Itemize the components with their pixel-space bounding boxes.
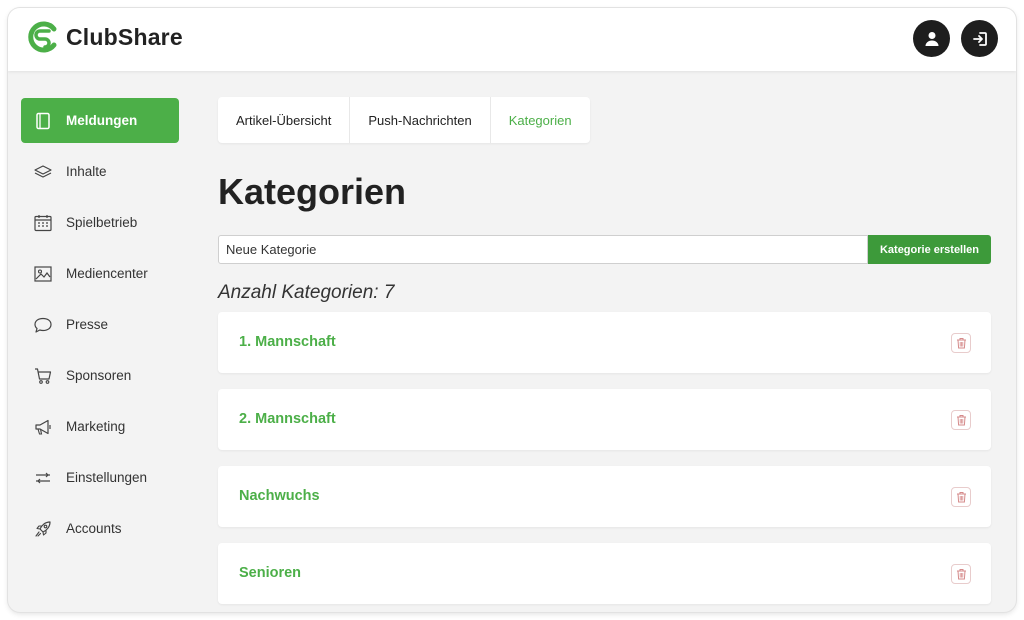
sidebar-item-einstellungen[interactable]: Einstellungen <box>21 455 179 500</box>
layers-icon <box>34 164 52 178</box>
sidebar-nav: Meldungen Inhalte Spielbetrieb Mediencen… <box>21 98 179 557</box>
logout-icon <box>972 31 987 46</box>
sidebar-item-label: Meldungen <box>66 113 138 128</box>
sidebar-item-label: Spielbetrieb <box>66 215 138 230</box>
calendar-icon <box>34 214 52 231</box>
trash-icon <box>956 569 966 580</box>
profile-button[interactable] <box>913 20 950 57</box>
sidebar-item-label: Einstellungen <box>66 470 148 485</box>
sidebar-item-marketing[interactable]: Marketing <box>21 404 179 449</box>
new-category-input[interactable] <box>218 235 868 264</box>
tab-artikel-uebersicht[interactable]: Artikel-Übersicht <box>218 97 351 143</box>
logout-button[interactable] <box>961 20 998 57</box>
clubshare-logo-icon <box>28 21 57 53</box>
sidebar-item-label: Marketing <box>66 419 126 434</box>
create-category-button[interactable]: Kategorie erstellen <box>868 235 991 264</box>
sidebar-item-label: Mediencenter <box>66 266 148 281</box>
sidebar-item-label: Inhalte <box>66 164 107 179</box>
tab-kategorien[interactable]: Kategorien <box>491 97 590 143</box>
sidebar-item-label: Sponsoren <box>66 368 132 383</box>
category-card: Nachwuchs <box>218 466 991 527</box>
trash-icon <box>956 492 966 503</box>
sliders-icon <box>36 472 50 483</box>
trash-icon <box>956 338 966 349</box>
cart-icon <box>35 367 52 384</box>
delete-category-button[interactable] <box>951 333 971 353</box>
category-list: 1. Mannschaft 2. Mannschaft Nachwuchs Se… <box>218 312 991 612</box>
sidebar-item-presse[interactable]: Presse <box>21 302 179 347</box>
sidebar-item-inhalte[interactable]: Inhalte <box>21 149 179 194</box>
category-name[interactable]: Senioren <box>239 565 301 581</box>
category-card: 1. Mannschaft <box>218 312 991 373</box>
category-name[interactable]: 1. Mannschaft <box>239 334 336 350</box>
image-icon <box>34 265 52 282</box>
megaphone-icon <box>35 419 51 435</box>
logo[interactable]: ClubShare <box>26 20 183 54</box>
category-name[interactable]: Nachwuchs <box>239 488 320 504</box>
sidebar-item-accounts[interactable]: Accounts <box>21 506 179 551</box>
chat-bubble-icon <box>34 317 52 333</box>
content-tabs: Artikel-Übersicht Push-Nachrichten Kateg… <box>218 97 590 143</box>
rocket-icon <box>35 520 51 537</box>
delete-category-button[interactable] <box>951 487 971 507</box>
page-title: Kategorien <box>218 171 407 212</box>
top-header: ClubShare <box>8 8 1016 71</box>
trash-icon <box>956 415 966 426</box>
app-window: ClubShare Meldungen Inhalte Spielbetrieb… <box>8 8 1016 612</box>
category-card: Senioren <box>218 543 991 604</box>
tab-push-nachrichten[interactable]: Push-Nachrichten <box>350 97 491 143</box>
user-icon <box>925 31 938 46</box>
delete-category-button[interactable] <box>951 564 971 584</box>
category-card: 2. Mannschaft <box>218 389 991 450</box>
sidebar-item-sponsoren[interactable]: Sponsoren <box>21 353 179 398</box>
category-count: Anzahl Kategorien: 7 <box>218 282 395 303</box>
sidebar-item-mediencenter[interactable]: Mediencenter <box>21 251 179 296</box>
book-icon <box>36 112 50 129</box>
sidebar-item-label: Accounts <box>66 521 122 536</box>
delete-category-button[interactable] <box>951 410 971 430</box>
sidebar-item-spielbetrieb[interactable]: Spielbetrieb <box>21 200 179 245</box>
category-name[interactable]: 2. Mannschaft <box>239 411 336 427</box>
sidebar-item-meldungen[interactable]: Meldungen <box>21 98 179 143</box>
app-name: ClubShare <box>66 23 183 50</box>
sidebar-item-label: Presse <box>66 317 109 332</box>
